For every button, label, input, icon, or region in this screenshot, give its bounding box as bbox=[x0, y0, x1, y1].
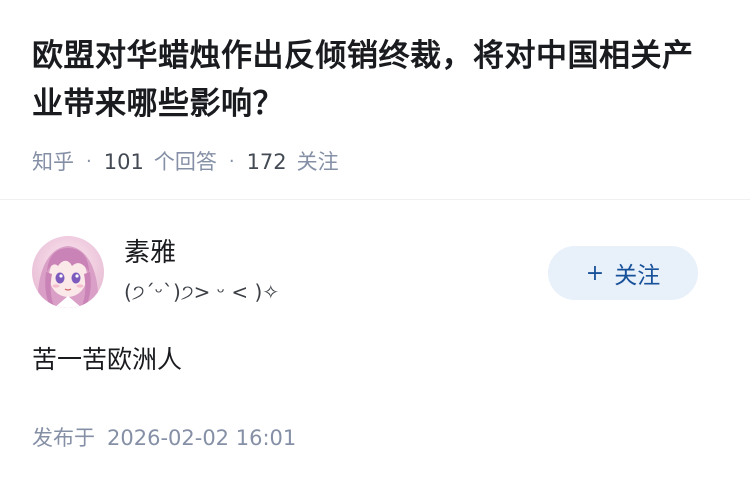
author-bio: (੭ˊᵕˋ)੭> ᵕ < )✧ bbox=[124, 280, 280, 304]
answers-count-link[interactable]: 101 个回答 bbox=[104, 146, 217, 176]
answers-label: 个回答 bbox=[153, 150, 217, 174]
answers-count: 101 bbox=[103, 150, 144, 174]
question-title[interactable]: 欧盟对华蜡烛作出反倾销终裁，将对中国相关产业带来哪些影响？ bbox=[32, 32, 722, 128]
followers-count: 172 bbox=[246, 150, 287, 174]
meta-separator: · bbox=[228, 150, 235, 172]
question-header: 欧盟对华蜡烛作出反倾销终裁，将对中国相关产业带来哪些影响？ 知乎 · 101 个回… bbox=[0, 0, 750, 200]
follow-button-label: 关注 bbox=[614, 263, 661, 289]
author-info: 素雅 (੭ˊᵕˋ)੭> ᵕ < )✧ + 关注 bbox=[32, 236, 718, 308]
avatar[interactable] bbox=[32, 236, 104, 308]
author-name[interactable]: 素雅 bbox=[124, 236, 176, 270]
followers-count-link[interactable]: 172 关注 bbox=[247, 146, 339, 176]
question-meta: 知乎 · 101 个回答 · 172 关注 bbox=[32, 146, 339, 176]
anime-girl-avatar-icon bbox=[32, 236, 104, 308]
followers-label: 关注 bbox=[296, 150, 339, 174]
plus-icon: + bbox=[585, 260, 605, 286]
publish-label: 发布于 bbox=[32, 426, 95, 450]
publish-info: 发布于 2026-02-02 16:01 bbox=[32, 423, 296, 453]
meta-separator: · bbox=[86, 150, 92, 172]
follow-button[interactable]: + 关注 bbox=[548, 246, 698, 300]
answer-content: 苦一苦欧洲人 bbox=[32, 345, 183, 374]
source-label[interactable]: 知乎 bbox=[32, 146, 74, 176]
publish-time: 2026-02-02 16:01 bbox=[107, 426, 297, 450]
